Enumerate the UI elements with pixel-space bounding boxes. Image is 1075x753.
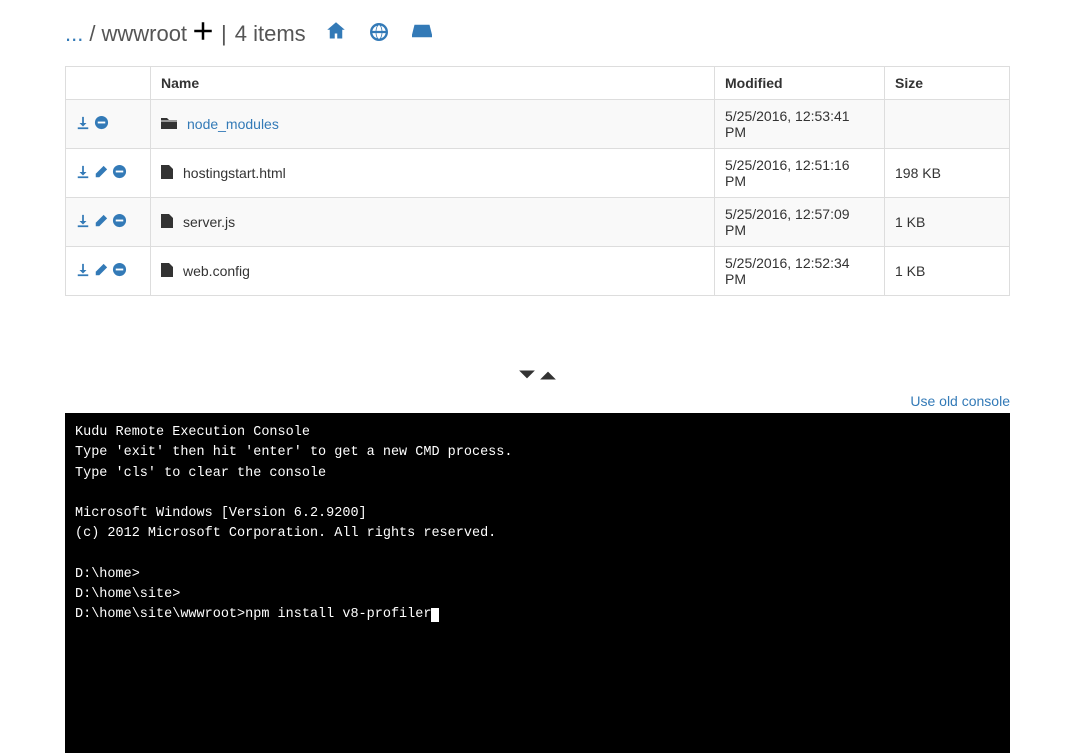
- delete-icon[interactable]: [112, 262, 127, 280]
- breadcrumb-pipe: |: [221, 21, 227, 47]
- globe-icon[interactable]: [370, 21, 388, 47]
- modified-cell: 5/25/2016, 12:52:34 PM: [715, 247, 885, 296]
- download-icon[interactable]: [76, 116, 90, 133]
- item-count: 4 items: [235, 21, 306, 47]
- header-size: Size: [885, 67, 1010, 100]
- download-icon[interactable]: [76, 165, 90, 182]
- size-cell: 1 KB: [885, 198, 1010, 247]
- console-toggle: [0, 366, 1075, 387]
- edit-icon[interactable]: [94, 263, 108, 280]
- file-icon: [161, 263, 173, 280]
- download-icon[interactable]: [76, 214, 90, 231]
- file-icon: [161, 165, 173, 182]
- edit-icon[interactable]: [94, 214, 108, 231]
- file-name: web.config: [183, 263, 250, 279]
- console[interactable]: Kudu Remote Execution Console Type 'exit…: [65, 413, 1010, 753]
- header-name: Name: [151, 67, 715, 100]
- header-actions: [66, 67, 151, 100]
- file-name: server.js: [183, 214, 235, 230]
- size-cell: 198 KB: [885, 149, 1010, 198]
- size-cell: 1 KB: [885, 247, 1010, 296]
- chevron-up-icon[interactable]: [539, 371, 557, 387]
- header-modified: Modified: [715, 67, 885, 100]
- table-row: node_modules 5/25/2016, 12:53:41 PM: [66, 100, 1010, 149]
- disk-icon[interactable]: [412, 21, 432, 47]
- edit-icon[interactable]: [94, 165, 108, 182]
- folder-name-link[interactable]: node_modules: [187, 116, 279, 132]
- file-table: Name Modified Size node_modules 5/25/2016…: [65, 66, 1010, 296]
- breadcrumb-separator: /: [89, 21, 95, 47]
- modified-cell: 5/25/2016, 12:51:16 PM: [715, 149, 885, 198]
- folder-icon: [161, 116, 177, 133]
- modified-cell: 5/25/2016, 12:57:09 PM: [715, 198, 885, 247]
- breadcrumb-current: wwwroot: [101, 21, 187, 47]
- download-icon[interactable]: [76, 263, 90, 280]
- file-icon: [161, 214, 173, 231]
- console-cursor: [431, 608, 439, 622]
- delete-icon[interactable]: [112, 213, 127, 231]
- use-old-console-link[interactable]: Use old console: [910, 393, 1010, 409]
- breadcrumb: ... / wwwroot | 4 items: [65, 20, 1010, 48]
- delete-icon[interactable]: [94, 115, 109, 133]
- add-icon[interactable]: [193, 20, 213, 48]
- chevron-down-icon[interactable]: [518, 371, 536, 387]
- file-name: hostingstart.html: [183, 165, 286, 181]
- delete-icon[interactable]: [112, 164, 127, 182]
- table-row: hostingstart.html 5/25/2016, 12:51:16 PM1…: [66, 149, 1010, 198]
- home-icon[interactable]: [326, 21, 346, 47]
- size-cell: [885, 100, 1010, 149]
- modified-cell: 5/25/2016, 12:53:41 PM: [715, 100, 885, 149]
- table-row: web.config 5/25/2016, 12:52:34 PM1 KB: [66, 247, 1010, 296]
- breadcrumb-parent[interactable]: ...: [65, 21, 83, 47]
- table-row: server.js 5/25/2016, 12:57:09 PM1 KB: [66, 198, 1010, 247]
